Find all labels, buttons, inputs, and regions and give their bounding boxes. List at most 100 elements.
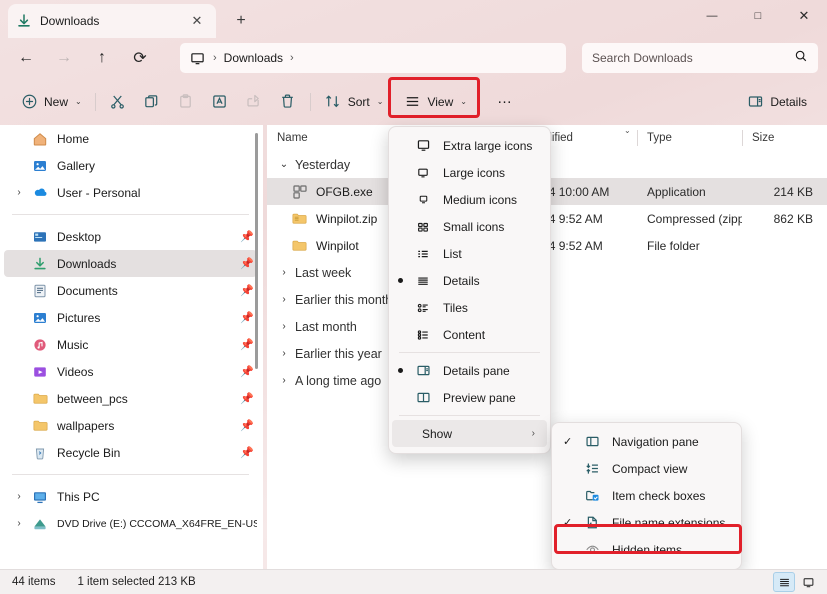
search-input[interactable]: Search Downloads [582, 43, 818, 73]
menu-item-small-icons[interactable]: Small icons [389, 213, 550, 240]
menu-item-tiles[interactable]: Tiles [389, 294, 550, 321]
small-icons-icon [413, 220, 433, 234]
submenu-item-item-check-boxes[interactable]: Item check boxes [552, 482, 741, 509]
chevron-down-icon-sort[interactable]: ⌄ [377, 97, 384, 106]
new-tab-button[interactable]: + [228, 9, 254, 33]
menu-item-details[interactable]: Details [389, 267, 550, 294]
pin-icon-desktop[interactable]: 📌 [237, 230, 257, 243]
breadcrumb-current[interactable]: Downloads [224, 51, 283, 65]
view-button-label: View [427, 95, 453, 109]
file-name-extensions-icon [582, 515, 602, 530]
sidebar-item-home[interactable]: Home [4, 125, 257, 152]
submenu-item-hidden-items[interactable]: Hidden items [552, 536, 741, 563]
sidebar-item-dvd-drive[interactable]: › DVD Drive (E:) CCCOMA_X64FRE_EN-US_DV.… [4, 510, 257, 537]
monitor-icon[interactable] [188, 49, 206, 67]
chevron-right-icon-onedrive[interactable]: › [8, 182, 30, 204]
group-label-last-week: Last week [295, 266, 351, 280]
chevron-right-icon-dvd[interactable]: › [8, 513, 30, 535]
cut-button[interactable] [101, 86, 135, 118]
sidebar-item-this-pc[interactable]: › This PC [4, 483, 257, 510]
maximize-button[interactable]: □ [735, 0, 781, 32]
search-icon[interactable] [794, 49, 808, 68]
sidebar-item-between-pcs[interactable]: between_pcs 📌 [4, 385, 257, 412]
expander-placeholder-2 [8, 155, 30, 177]
menu-item-details-pane[interactable]: Details pane [389, 357, 550, 384]
chevron-down-icon-view[interactable]: ⌄ [460, 97, 467, 106]
close-tab-icon[interactable]: ✕ [186, 10, 208, 32]
sidebar-item-wallpapers[interactable]: wallpapers 📌 [4, 412, 257, 439]
minimize-button[interactable]: — [689, 0, 735, 32]
menu-item-content[interactable]: Content [389, 321, 550, 348]
chevron-right-icon-this-pc[interactable]: › [8, 486, 30, 508]
sidebar-item-recycle-bin[interactable]: Recycle Bin 📌 [4, 439, 257, 466]
menu-item-large-icons[interactable]: Large icons [389, 159, 550, 186]
new-button[interactable]: New ⌄ [12, 86, 90, 118]
chevron-right-icon-a-long-time-ago[interactable]: › [275, 375, 293, 386]
sidebar-item-pictures[interactable]: Pictures 📌 [4, 304, 257, 331]
breadcrumb-separator[interactable]: › [208, 52, 222, 64]
menu-item-list[interactable]: List [389, 240, 550, 267]
compact-view-icon [582, 461, 602, 476]
sidebar-item-label-wallpapers: wallpapers [57, 419, 237, 433]
menu-item-preview-pane[interactable]: Preview pane [389, 384, 550, 411]
column-header-type[interactable]: Type [637, 128, 742, 148]
sidebar-item-label-this-pc: This PC [57, 490, 257, 504]
chevron-right-icon-earlier-this-month[interactable]: › [275, 294, 293, 305]
preview-pane-icon [413, 390, 433, 405]
sidebar-item-label-home: Home [57, 132, 257, 146]
sidebar-item-downloads[interactable]: Downloads 📌 [4, 250, 257, 277]
menu-item-show[interactable]: Show › [392, 420, 547, 447]
sidebar-item-gallery[interactable]: Gallery [4, 152, 257, 179]
group-label-a-long-time-ago: A long time ago [295, 374, 381, 388]
sidebar-item-user-personal[interactable]: › User - Personal [4, 179, 257, 206]
close-window-button[interactable]: ✕ [781, 0, 827, 32]
sidebar-item-label-music: Music [57, 338, 237, 352]
sort-button[interactable]: Sort ⌄ [316, 86, 392, 118]
details-view-toggle[interactable] [773, 572, 795, 592]
pin-icon-wallpapers[interactable]: 📌 [237, 419, 257, 432]
navigation-pane-scrollbar[interactable] [255, 133, 258, 369]
menu-item-label: Show [422, 427, 452, 441]
submenu-item-navigation-pane[interactable]: ✓ Navigation pane [552, 428, 741, 455]
chevron-right-icon-last-month[interactable]: › [275, 321, 293, 332]
refresh-button[interactable]: ⟳ [124, 43, 156, 73]
extra-large-icons-icon [413, 138, 433, 153]
sidebar-item-music[interactable]: Music 📌 [4, 331, 257, 358]
sidebar-item-videos[interactable]: Videos 📌 [4, 358, 257, 385]
sidebar-item-documents[interactable]: Documents 📌 [4, 277, 257, 304]
view-button[interactable]: View ⌄ [395, 86, 475, 118]
pin-icon-documents[interactable]: 📌 [237, 284, 257, 297]
back-button[interactable]: ← [10, 43, 42, 73]
pin-icon-music[interactable]: 📌 [237, 338, 257, 351]
breadcrumb-separator-2[interactable]: › [285, 52, 299, 64]
pin-icon-between-pcs[interactable]: 📌 [237, 392, 257, 405]
sidebar-item-label-user-personal: User - Personal [57, 186, 257, 200]
copy-button[interactable] [135, 86, 169, 118]
expander-placeholder-8 [8, 361, 30, 383]
sidebar-item-desktop[interactable]: Desktop 📌 [4, 223, 257, 250]
chevron-down-icon[interactable]: ⌄ [75, 97, 82, 106]
menu-item-medium-icons[interactable]: Medium icons [389, 186, 550, 213]
delete-button[interactable] [271, 86, 305, 118]
more-options-button[interactable]: … [489, 86, 522, 118]
rename-button[interactable] [203, 86, 237, 118]
details-pane-icon [746, 93, 764, 111]
pin-icon-downloads[interactable]: 📌 [237, 257, 257, 270]
breadcrumb[interactable]: › Downloads › [180, 43, 566, 73]
chevron-right-icon-earlier-this-year[interactable]: › [275, 348, 293, 359]
details-pane-button[interactable]: Details [738, 86, 815, 118]
column-header-size[interactable]: Size [742, 128, 827, 148]
submenu-item-file-name-extensions[interactable]: ✓ File name extensions [552, 509, 741, 536]
pin-icon-pictures[interactable]: 📌 [237, 311, 257, 324]
menu-item-extra-large-icons[interactable]: Extra large icons [389, 132, 550, 159]
sidebar-item-label-dvd-drive: DVD Drive (E:) CCCOMA_X64FRE_EN-US_DV... [57, 518, 257, 530]
large-icons-view-toggle[interactable] [797, 572, 819, 592]
tab-downloads[interactable]: Downloads ✕ [8, 4, 216, 38]
chevron-right-icon-last-week[interactable]: › [275, 267, 293, 278]
pin-icon-videos[interactable]: 📌 [237, 365, 257, 378]
submenu-item-label: Item check boxes [612, 489, 705, 503]
pin-icon-recycle-bin[interactable]: 📌 [237, 446, 257, 459]
chevron-down-icon-yesterday[interactable]: ⌄ [275, 159, 293, 170]
up-button[interactable]: ↑ [86, 43, 118, 73]
submenu-item-compact-view[interactable]: Compact view [552, 455, 741, 482]
